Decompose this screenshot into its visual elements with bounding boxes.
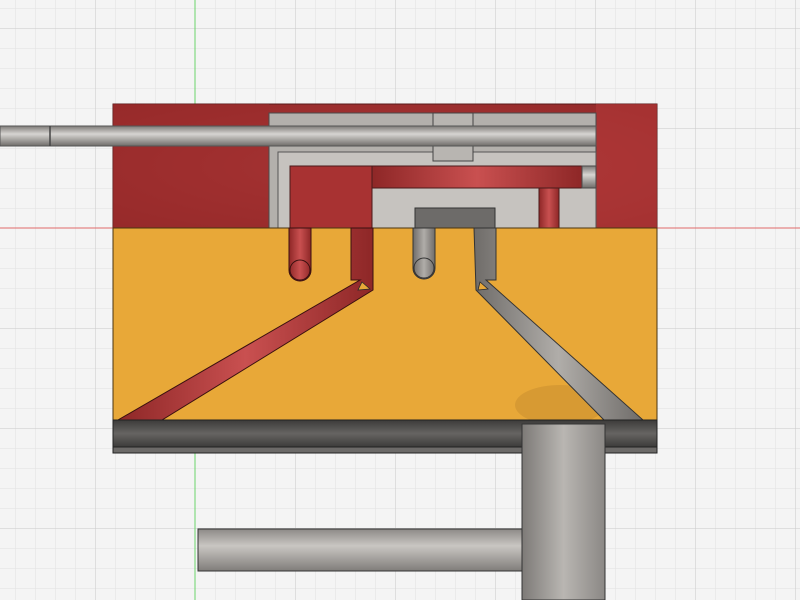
cad-canvas[interactable] [0, 0, 800, 600]
horizontal-arm[interactable] [197, 528, 523, 572]
red-bore-left [288, 227, 312, 282]
yellow-block-body[interactable] [112, 227, 658, 425]
piston-rod[interactable] [0, 125, 597, 147]
gray-bore-left [412, 227, 436, 280]
cad-viewport[interactable] [0, 0, 800, 600]
vertical-support-post[interactable] [521, 423, 606, 600]
